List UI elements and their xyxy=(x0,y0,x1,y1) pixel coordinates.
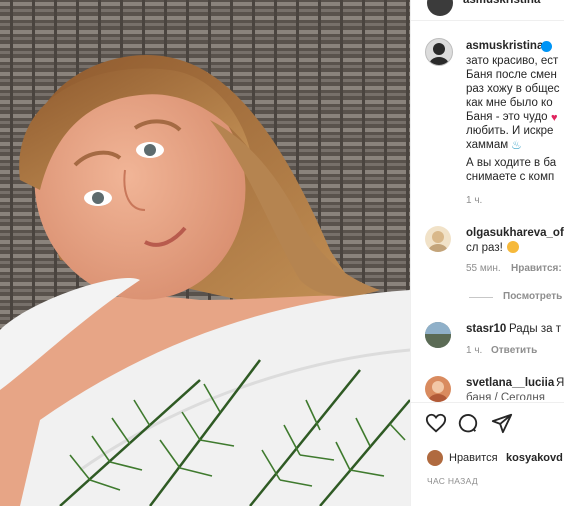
comment-username[interactable]: svetlana__luciia xyxy=(466,377,554,389)
caption-line: снимаете с комп xyxy=(466,171,555,183)
reply-button[interactable]: Ответить xyxy=(491,345,537,356)
comment-username[interactable]: olgasukhareva_of xyxy=(466,227,564,239)
comment-avatar[interactable] xyxy=(425,322,451,348)
caption-line: как мне было ко xyxy=(466,97,553,109)
likes-user[interactable]: kosyakovd xyxy=(506,452,563,464)
caption-line: хаммам xyxy=(466,139,509,151)
comment-text-cut: баня / Сегодня xyxy=(466,392,545,400)
caption-line: зато красиво, ест xyxy=(466,55,559,67)
caption-line: любить. И искре xyxy=(466,125,554,137)
caption-line: Баня после смен xyxy=(466,69,557,81)
comment-text: Я xyxy=(556,377,564,389)
post-photo xyxy=(0,0,410,506)
comment-avatar[interactable] xyxy=(425,226,451,252)
caption-username[interactable]: asmuskristina xyxy=(466,40,543,52)
comment-text: Рады за т xyxy=(509,323,561,335)
bathtub-emoji-icon: ♨ xyxy=(511,138,522,152)
verified-badge-icon xyxy=(541,41,552,52)
header-divider xyxy=(411,20,564,21)
author-avatar[interactable] xyxy=(425,38,453,66)
comment-time: 1 ч. xyxy=(466,345,483,356)
comment-icon[interactable] xyxy=(457,412,479,439)
comment-text: сл раз! xyxy=(466,242,503,254)
post-image xyxy=(0,0,410,506)
view-replies-line xyxy=(469,297,493,298)
smile-emoji-icon xyxy=(507,241,519,253)
author-avatar-image xyxy=(429,43,449,65)
view-replies-button[interactable]: Посмотреть xyxy=(503,291,562,302)
comment-username[interactable]: stasr10 xyxy=(466,323,506,335)
post-side-panel: asmuskristina asmuskristina зато красиво… xyxy=(410,0,564,506)
comment-avatar-image xyxy=(425,322,451,348)
post-timestamp: ЧАС НАЗАД xyxy=(427,476,478,486)
comment-time: 55 мин. xyxy=(466,263,501,274)
comment-avatar-image xyxy=(428,381,448,402)
heart-emoji-icon: ♥ xyxy=(551,112,558,124)
comment-avatar-image xyxy=(428,231,448,252)
actions-divider xyxy=(411,402,564,403)
caption-line: А вы ходите в ба xyxy=(466,157,557,169)
comment-like-count[interactable]: Нравится: xyxy=(511,263,562,274)
likes-prefix: Нравится xyxy=(449,452,498,464)
comment-avatar[interactable] xyxy=(425,376,451,402)
caption-line: Баня - это чудо xyxy=(466,111,548,123)
likes-avatar[interactable] xyxy=(427,450,443,466)
caption-time: 1 ч. xyxy=(466,195,483,206)
heart-icon[interactable] xyxy=(425,412,447,439)
share-icon[interactable] xyxy=(491,412,513,439)
header-username[interactable]: asmuskristina xyxy=(463,0,540,6)
header-avatar[interactable] xyxy=(427,0,453,16)
caption-line: раз хожу в общес xyxy=(466,83,560,95)
